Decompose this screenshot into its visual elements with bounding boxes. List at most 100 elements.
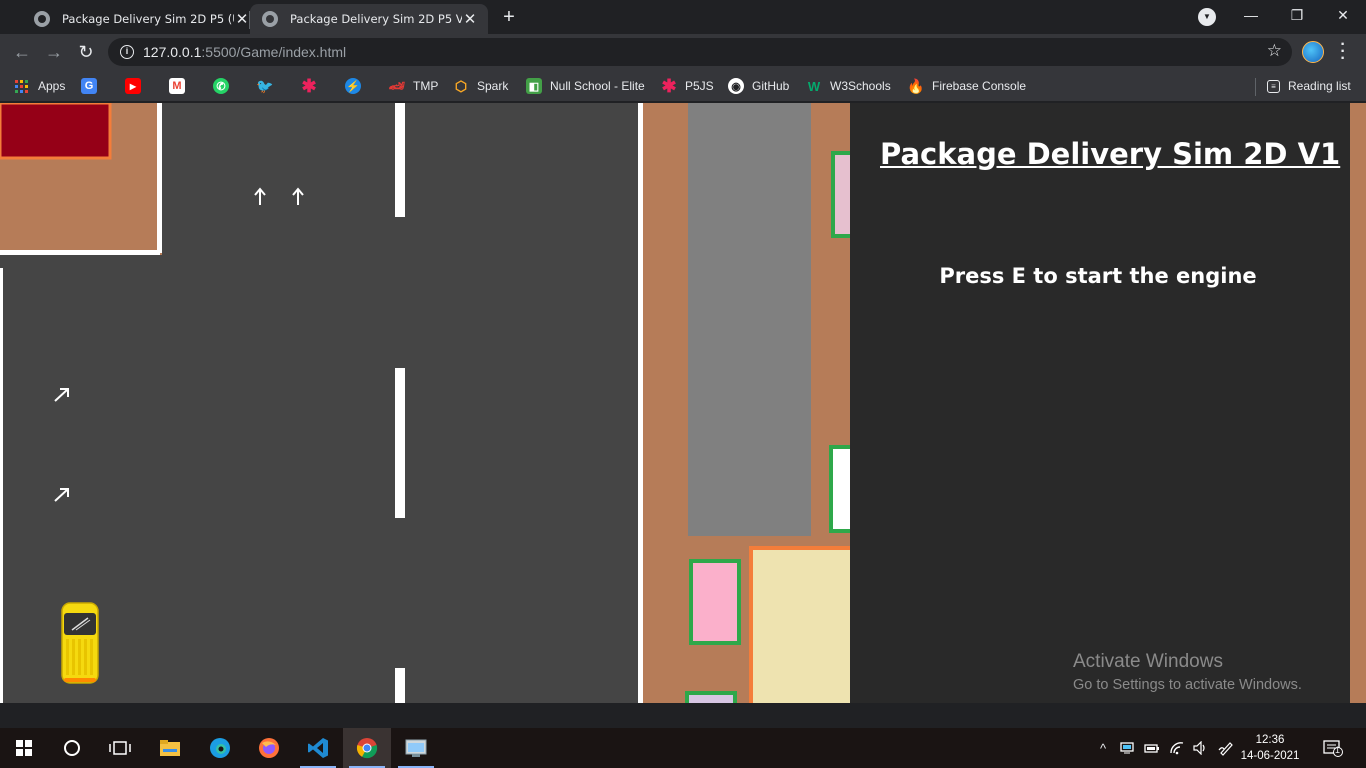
bookmark-star-icon[interactable]: ☆ — [1267, 41, 1282, 61]
reading-list-icon: ≡ — [1267, 79, 1280, 93]
task-view-icon — [109, 741, 131, 755]
firefox-button[interactable] — [245, 728, 293, 768]
bookmark-null-school[interactable]: ◧ Null School - Elite — [526, 76, 645, 96]
file-explorer-button[interactable] — [146, 728, 194, 768]
action-center-button[interactable]: 1 — [1318, 728, 1348, 768]
new-tab-button[interactable]: + — [497, 6, 521, 30]
road-edge-left — [0, 268, 3, 703]
red-building — [0, 103, 112, 160]
firefox-icon — [259, 738, 279, 758]
close-icon[interactable]: ✕ — [462, 10, 478, 28]
bookmarks-bar: Apps G ▶ M ✆ 🐦 ✱ ⚡ 🏎 TMP ⬡ Spark ◧ Null Sch… — [0, 70, 1366, 102]
road-edge-right — [638, 103, 643, 703]
curb-line-vertical — [157, 103, 162, 253]
forward-button[interactable]: → — [41, 39, 67, 65]
chevron-up-icon: ^ — [1099, 740, 1107, 756]
game-title: Package Delivery Sim 2D V1 — [880, 137, 1341, 171]
lane-dash — [395, 103, 405, 217]
curb-line-horizontal — [0, 250, 160, 255]
url-host: 127.0.0.1 — [143, 44, 202, 60]
github-icon: ◉ — [728, 78, 744, 94]
apps-grid-icon — [15, 79, 28, 93]
system-clock[interactable]: 12:36 14-06-2021 — [1240, 732, 1300, 764]
start-button[interactable] — [0, 728, 48, 768]
null-school-icon: ◧ — [526, 78, 542, 94]
chrome-button[interactable] — [343, 728, 391, 768]
bookmark-label: Spark — [477, 79, 509, 93]
page-viewport: Package Delivery Sim 2D V1 Press E to st… — [0, 103, 1366, 703]
tab-search-icon[interactable]: ▼ — [1198, 8, 1216, 26]
lane-dash — [395, 668, 405, 703]
windows-taskbar: ^ 12:36 14-06-2021 1 — [0, 728, 1366, 768]
bookmark-github[interactable]: ◉ GitHub — [728, 76, 789, 96]
asterisk-icon[interactable]: ✱ — [301, 76, 325, 96]
tab-title: Package Delivery Sim 2D P5 (UNI — [62, 12, 234, 26]
game-canvas[interactable] — [0, 103, 850, 703]
battery-icon[interactable] — [1141, 728, 1163, 768]
app-window-button[interactable] — [392, 728, 440, 768]
restore-button[interactable]: ❐ — [1274, 0, 1320, 32]
wifi-icon[interactable] — [1166, 728, 1188, 768]
edge-button[interactable] — [196, 728, 244, 768]
bookmark-spark[interactable]: ⬡ Spark — [453, 76, 508, 96]
parking-lot — [688, 103, 811, 536]
address-bar[interactable]: i 127.0.0.1:5500/Game/index.html ☆ — [108, 38, 1292, 66]
window-close-button[interactable]: ✕ — [1320, 0, 1366, 32]
bookmark-p5js[interactable]: ✱ P5JS — [661, 75, 713, 96]
tab-package-delivery-uni[interactable]: Package Delivery Sim 2D P5 (UNI ✕ — [22, 4, 260, 34]
messenger-icon[interactable]: ⚡ — [345, 76, 369, 96]
twitter-icon[interactable]: 🐦 — [256, 76, 281, 96]
bookmark-label: Apps — [38, 79, 66, 93]
firebase-icon: 🔥 — [907, 77, 925, 94]
whatsapp-icon[interactable]: ✆ — [213, 76, 237, 96]
gmail-icon[interactable]: M — [169, 76, 193, 96]
reading-list-button[interactable]: ≡ Reading list — [1267, 76, 1351, 96]
w3schools-icon: W — [807, 78, 821, 94]
reload-button[interactable]: ↻ — [73, 39, 99, 65]
p5js-star-icon: ✱ — [661, 75, 677, 96]
bookmark-label: W3Schools — [830, 79, 891, 93]
bookmark-tmp[interactable]: 🏎 TMP — [389, 76, 439, 96]
cortana-icon — [64, 740, 80, 756]
player-car — [61, 602, 99, 684]
globe-icon — [34, 11, 50, 27]
bookmark-label: Firebase Console — [932, 79, 1027, 93]
bookmark-apps[interactable]: Apps — [15, 76, 65, 96]
minimize-button[interactable]: — — [1228, 0, 1274, 32]
back-button[interactable]: ← — [9, 39, 35, 65]
task-view-button[interactable] — [96, 728, 144, 768]
url-text[interactable]: 127.0.0.1:5500/Game/index.html — [143, 44, 346, 60]
start-icon — [16, 740, 32, 756]
info-icon[interactable]: i — [120, 45, 134, 59]
tray-display-icon[interactable] — [1116, 728, 1138, 768]
bookmark-firebase[interactable]: 🔥 Firebase Console — [907, 76, 1027, 96]
info-panel: Package Delivery Sim 2D V1 Press E to st… — [850, 103, 1350, 703]
profile-avatar[interactable] — [1302, 41, 1324, 63]
bookmark-separator — [1255, 78, 1256, 96]
bookmark-label: GitHub — [752, 79, 790, 93]
spark-icon: ⬡ — [454, 77, 468, 94]
activate-line2: Go to Settings to activate Windows. — [1073, 677, 1302, 693]
cortana-button[interactable] — [48, 728, 96, 768]
google-translate-icon[interactable]: G — [81, 76, 105, 96]
house-pink — [831, 151, 850, 238]
activate-line1: Activate Windows — [1073, 651, 1223, 672]
show-hidden-icons-button[interactable]: ^ — [1094, 728, 1112, 768]
clock-time: 12:36 — [1255, 734, 1285, 746]
pen-workspace-icon[interactable] — [1215, 728, 1237, 768]
house-lavender — [685, 691, 737, 703]
bookmark-w3schools[interactable]: W W3Schools — [806, 76, 891, 96]
menu-dots-icon[interactable]: · · · — [1336, 37, 1350, 67]
notification-count: 1 — [1335, 745, 1341, 755]
youtube-icon[interactable]: ▶ — [125, 76, 149, 96]
tab-package-delivery-v05[interactable]: Package Delivery Sim 2D P5 V0.5 ✕ — [250, 4, 488, 34]
app-window-icon — [405, 739, 427, 757]
close-icon[interactable]: ✕ — [234, 10, 250, 28]
tab-strip: Package Delivery Sim 2D P5 (UNI ✕ Packag… — [0, 0, 1366, 34]
browser-toolbar: ← → ↻ i 127.0.0.1:5500/Game/index.html ☆ — [0, 34, 1366, 70]
vscode-button[interactable] — [294, 728, 342, 768]
chrome-icon — [356, 738, 378, 759]
lane-dash — [395, 368, 405, 518]
volume-icon[interactable] — [1189, 728, 1211, 768]
activate-windows-watermark: Activate Windows Go to Settings to activ… — [1073, 651, 1302, 693]
